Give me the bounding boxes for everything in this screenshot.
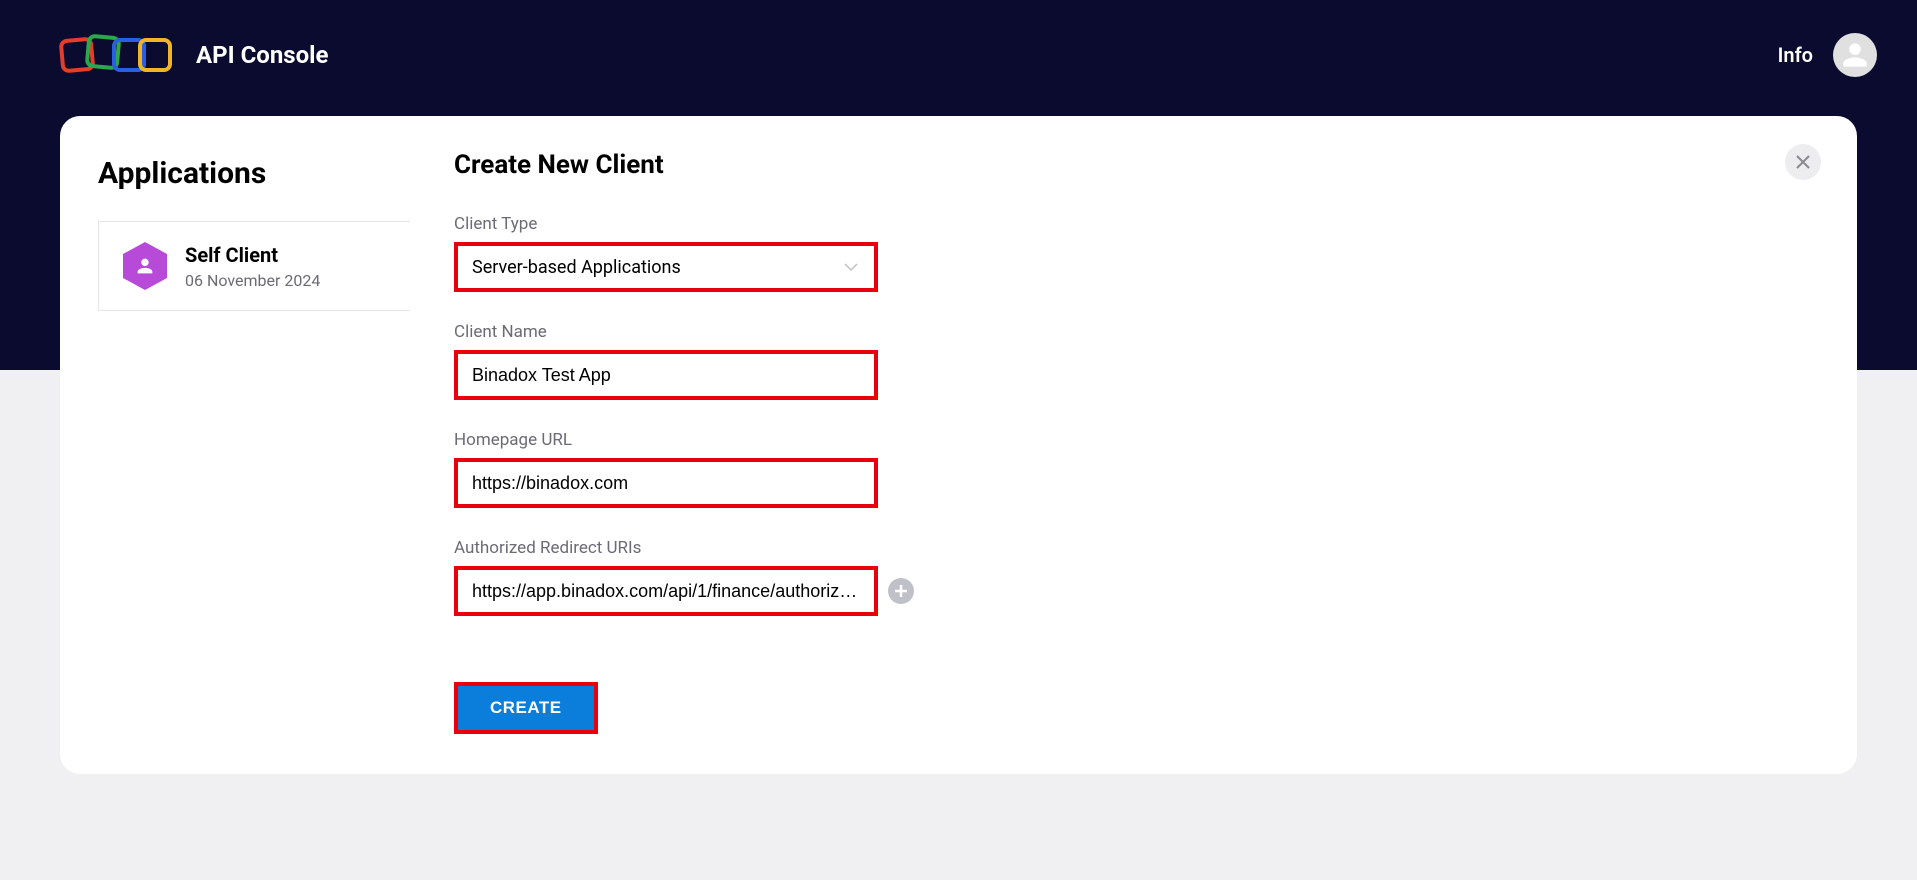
client-name-label: Client Name (454, 322, 1817, 342)
header-bar: API Console Info (0, 0, 1917, 110)
logo-icon (60, 33, 180, 77)
user-icon (134, 255, 156, 277)
client-type-value: Server-based Applications (472, 257, 681, 278)
create-button[interactable]: CREATE (458, 686, 594, 730)
add-redirect-button[interactable] (888, 578, 914, 604)
redirect-row (454, 566, 1817, 616)
user-icon (1841, 41, 1869, 69)
header-right: Info (1778, 33, 1877, 77)
app-info: Self Client 06 November 2024 (185, 243, 320, 290)
plus-icon (894, 584, 908, 598)
client-type-label: Client Type (454, 214, 1817, 234)
sidebar: Applications Self Client 06 November 202… (60, 116, 410, 774)
app-date: 06 November 2024 (185, 271, 320, 290)
homepage-url-highlight (454, 458, 878, 508)
create-button-highlight: CREATE (454, 682, 598, 734)
info-link[interactable]: Info (1778, 43, 1813, 67)
redirect-uris-group: Authorized Redirect URIs (454, 538, 1817, 616)
self-client-icon (123, 242, 167, 290)
homepage-url-group: Homepage URL (454, 430, 1817, 508)
client-name-group: Client Name (454, 322, 1817, 400)
homepage-url-input[interactable] (458, 462, 874, 504)
client-name-input[interactable] (458, 354, 874, 396)
close-button[interactable] (1785, 144, 1821, 180)
app-item[interactable]: Self Client 06 November 2024 (98, 221, 410, 311)
redirect-uris-label: Authorized Redirect URIs (454, 538, 1817, 558)
logo-section: API Console (60, 33, 328, 77)
client-name-highlight (454, 350, 878, 400)
homepage-url-label: Homepage URL (454, 430, 1817, 450)
redirect-uris-highlight (454, 566, 878, 616)
app-title: API Console (196, 41, 328, 69)
client-type-highlight: Server-based Applications (454, 242, 878, 292)
sidebar-title: Applications (60, 156, 410, 221)
avatar[interactable] (1833, 33, 1877, 77)
client-type-select[interactable]: Server-based Applications (458, 246, 874, 288)
form-title: Create New Client (454, 150, 1817, 180)
redirect-uris-input[interactable] (458, 570, 874, 612)
app-name: Self Client (185, 243, 320, 267)
main-container: Applications Self Client 06 November 202… (0, 116, 1917, 774)
content-card: Create New Client Client Type Server-bas… (410, 116, 1857, 774)
close-icon (1796, 155, 1810, 169)
client-type-group: Client Type Server-based Applications (454, 214, 1817, 292)
chevron-down-icon (842, 258, 860, 276)
